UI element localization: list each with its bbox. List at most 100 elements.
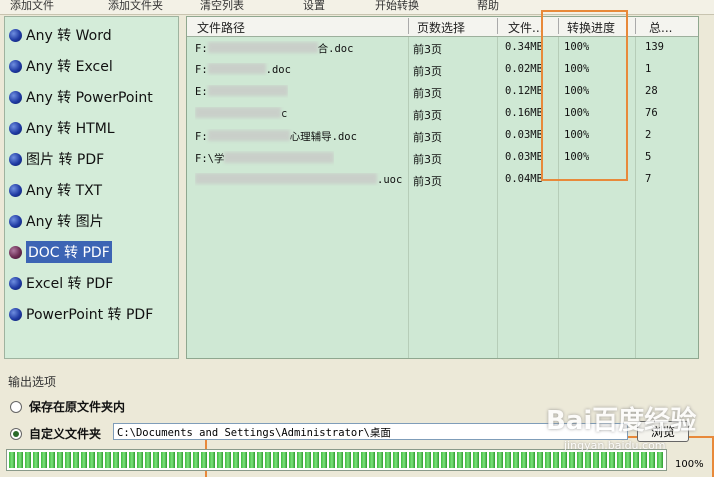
cell-size: 0.12MB	[505, 85, 543, 97]
cell-path: F: 心理辅导.doc	[195, 130, 357, 143]
sidebar-item-doc-to-pdf[interactable]: DOC 转 PDF	[9, 240, 112, 264]
redacted-block	[195, 173, 377, 184]
output-options-title: 输出选项	[8, 375, 57, 389]
cell-pages: 前3页	[413, 131, 442, 144]
cell-pages: 前3页	[413, 153, 442, 166]
cell-progress: 100%	[564, 63, 590, 75]
cell-total: 2	[645, 129, 652, 141]
cell-path: .uoc	[195, 173, 402, 186]
radio-ball-icon	[9, 59, 22, 73]
cell-progress: 100%	[564, 41, 590, 53]
sidebar-item-label: Any 转 TXT	[26, 183, 103, 199]
column-header-progress[interactable]: 转换进度	[567, 19, 615, 36]
cell-size: 0.03MB	[505, 129, 543, 141]
baidu-jingyan-watermark: Bai百度经验 jingyan.baidu.com	[546, 400, 697, 452]
radio-ball-icon	[9, 121, 22, 135]
column-header-path[interactable]: 文件路径	[197, 19, 245, 36]
sidebar-item-any-to-txt[interactable]: Any 转 TXT	[9, 178, 102, 202]
progress-percent: 100%	[675, 459, 704, 470]
redacted-block	[195, 107, 281, 118]
table-row[interactable]: F: 心理辅导.doc 前3页 0.03MB 100% 2	[187, 126, 698, 147]
sidebar-item-label: Excel 转 PDF	[26, 276, 114, 292]
redacted-block	[207, 63, 266, 74]
option-label: 自定义文件夹	[29, 427, 102, 441]
table-header: 文件路径 页数选择 文件... 转换进度 总...	[187, 17, 698, 37]
option-custom-folder[interactable]: 自定义文件夹	[10, 425, 101, 442]
radio-ball-icon	[9, 152, 22, 166]
sidebar-item-label: PowerPoint 转 PDF	[26, 307, 154, 323]
file-list-table[interactable]: 文件路径 页数选择 文件... 转换进度 总... F: 合.doc 前3页 0.…	[186, 16, 699, 359]
cell-size: 0.04MB	[505, 173, 543, 185]
cell-total: 76	[645, 107, 658, 119]
sidebar-item-any-to-excel[interactable]: Any 转 Excel	[9, 54, 113, 78]
radio-button[interactable]	[10, 400, 22, 413]
sidebar-item-any-to-image[interactable]: Any 转 图片	[9, 209, 104, 233]
toolbar-settings-button[interactable]: 设置	[303, 0, 325, 13]
redacted-block	[207, 42, 318, 53]
cell-total: 139	[645, 41, 664, 53]
table-row[interactable]: F: 合.doc 前3页 0.34MB 100% 139	[187, 38, 698, 59]
cell-progress: 100%	[564, 129, 590, 141]
table-row[interactable]: F:\学 前3页 0.03MB 100% 5	[187, 148, 698, 169]
table-row[interactable]: F: .doc 前3页 0.02MB 100% 1	[187, 60, 698, 81]
option-save-original-folder[interactable]: 保存在原文件夹内	[10, 398, 125, 415]
toolbar: 添加文件 添加文件夹 清空列表 设置 开始转换 帮助	[0, 0, 714, 15]
redacted-block	[224, 152, 335, 163]
cell-size: 0.02MB	[505, 63, 543, 75]
watermark-url: jingyan.baidu.com	[564, 439, 666, 452]
column-header-pages[interactable]: 页数选择	[417, 19, 465, 36]
sidebar-item-any-to-powerpoint[interactable]: Any 转 PowerPoint	[9, 85, 153, 109]
cell-pages: 前3页	[413, 65, 442, 78]
sidebar-item-any-to-html[interactable]: Any 转 HTML	[9, 116, 115, 140]
column-header-size[interactable]: 文件...	[508, 19, 543, 36]
table-row[interactable]: c 前3页 0.16MB 100% 76	[187, 104, 698, 125]
cell-size: 0.16MB	[505, 107, 543, 119]
cell-total: 28	[645, 85, 658, 97]
conversion-progress-bar	[6, 449, 667, 471]
cell-size: 0.34MB	[505, 41, 543, 53]
cell-path: E:	[195, 85, 288, 98]
cell-path: F: 合.doc	[195, 42, 354, 55]
cell-progress: 100%	[564, 107, 590, 119]
radio-ball-icon	[9, 28, 22, 42]
radio-ball-icon	[9, 307, 22, 321]
toolbar-clear-list-button[interactable]: 清空列表	[200, 0, 244, 13]
sidebar-item-label: DOC 转 PDF	[26, 241, 112, 263]
progress-fill	[9, 452, 664, 468]
sidebar-item-label: 图片 转 PDF	[26, 152, 105, 168]
cell-path: F:\学	[195, 151, 335, 166]
toolbar-start-convert-button[interactable]: 开始转换	[375, 0, 419, 13]
cell-path: F: .doc	[195, 63, 291, 76]
toolbar-add-file-button[interactable]: 添加文件	[10, 0, 54, 13]
toolbar-add-folder-button[interactable]: 添加文件夹	[108, 0, 163, 13]
radio-ball-icon	[9, 245, 22, 259]
radio-button-selected[interactable]	[10, 427, 22, 440]
table-row[interactable]: E: 前3页 0.12MB 100% 28	[187, 82, 698, 103]
sidebar-item-any-to-word[interactable]: Any 转 Word	[9, 23, 112, 47]
conversion-type-list: Any 转 Word Any 转 Excel Any 转 PowerPoint …	[4, 16, 179, 359]
cell-total: 7	[645, 173, 652, 185]
sidebar-item-image-to-pdf[interactable]: 图片 转 PDF	[9, 147, 104, 171]
sidebar-item-powerpoint-to-pdf[interactable]: PowerPoint 转 PDF	[9, 302, 153, 326]
sidebar-item-excel-to-pdf[interactable]: Excel 转 PDF	[9, 271, 113, 295]
cell-total: 5	[645, 151, 652, 163]
cell-path: c	[195, 107, 287, 120]
radio-ball-icon	[9, 183, 22, 197]
cell-total: 1	[645, 63, 652, 75]
radio-ball-icon	[9, 276, 22, 290]
sidebar-item-label: Any 转 图片	[26, 214, 104, 230]
sidebar-item-label: Any 转 PowerPoint	[26, 90, 153, 106]
cell-pages: 前3页	[413, 109, 442, 122]
cell-pages: 前3页	[413, 175, 442, 188]
sidebar-item-label: Any 转 HTML	[26, 121, 115, 137]
watermark-brand: Bai百度经验	[546, 406, 697, 436]
sidebar-item-label: Any 转 Excel	[26, 59, 113, 75]
cell-size: 0.03MB	[505, 151, 543, 163]
toolbar-help-button[interactable]: 帮助	[477, 0, 499, 13]
table-row[interactable]: .uoc 前3页 0.04MB 7	[187, 170, 698, 191]
option-label: 保存在原文件夹内	[29, 400, 126, 414]
redacted-block	[207, 85, 288, 96]
radio-ball-icon	[9, 214, 22, 228]
column-header-total[interactable]: 总...	[649, 19, 672, 36]
cell-pages: 前3页	[413, 43, 442, 56]
